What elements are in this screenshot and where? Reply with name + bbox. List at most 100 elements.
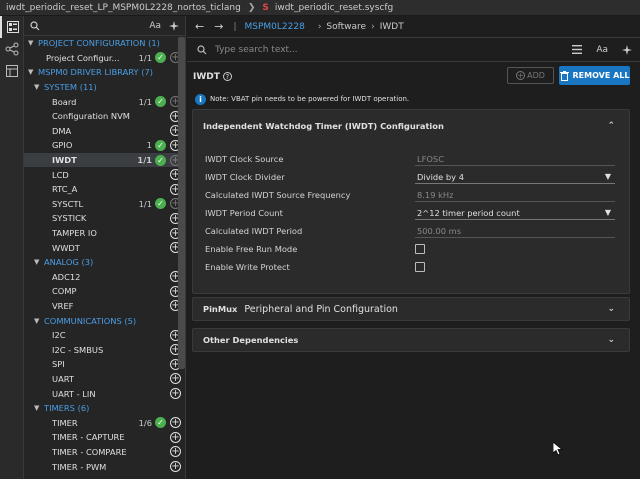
add-circle-icon[interactable]: + <box>170 373 181 385</box>
tree-item-timer[interactable]: TIMER 1/6 ✓ + <box>24 415 185 430</box>
tree-item-configuration-nvm[interactable]: Configuration NVM + <box>24 109 185 124</box>
instance-count: 1/1 <box>138 52 152 63</box>
chevron-down-icon[interactable]: ⌄ <box>607 335 615 345</box>
tree-item-iwdt[interactable]: IWDT 1/1 ✓ + <box>24 152 185 168</box>
dropdown-select[interactable]: Divide by 4 ▼ <box>415 170 615 184</box>
dependencies-panel[interactable]: Other Dependencies ⌄ <box>192 328 630 352</box>
tree-item-timer-capture[interactable]: TIMER - CAPTURE + <box>24 430 185 445</box>
tree-item-i2c[interactable]: I2C + <box>24 328 185 343</box>
search-icon <box>197 44 207 54</box>
activity-modules[interactable] <box>0 16 24 38</box>
chevron-down-icon[interactable]: ▼ <box>34 83 44 91</box>
tree-item-uart[interactable]: UART + <box>24 372 185 387</box>
tree-item-gpio[interactable]: GPIO 1 ✓ + <box>24 138 185 153</box>
config-panel-header[interactable]: Independent Watchdog Timer (IWDT) Config… <box>193 110 629 142</box>
chevron-down-icon[interactable]: ▼ <box>34 258 44 266</box>
sidebar-scrollbar[interactable] <box>178 37 185 369</box>
add-circle-icon[interactable]: + <box>170 417 181 429</box>
tree-item-tamper-io[interactable]: TAMPER IO + <box>24 226 185 241</box>
file-name[interactable]: iwdt_periodic_reset.syscfg <box>275 3 393 13</box>
add-circle-icon[interactable]: + <box>170 431 181 443</box>
search-icon[interactable] <box>30 20 40 31</box>
pinmux-panel-header[interactable]: PinMux Peripheral and Pin Configuration … <box>193 298 629 320</box>
forward-arrow-icon[interactable]: → <box>214 20 223 33</box>
dependencies-panel-header[interactable]: Other Dependencies ⌄ <box>193 329 629 351</box>
match-case-toggle[interactable]: Aa <box>596 45 608 55</box>
main-panel: ← → | MSPM0L2228 › Software › IWDT Type … <box>187 16 640 479</box>
tree-item-i2c-smbus[interactable]: I2C - SMBUS + <box>24 342 185 357</box>
plus-circle-icon: + <box>516 71 526 80</box>
tree-category-timers-6[interactable]: ▼ TIMERS (6) <box>24 401 185 416</box>
add-circle-icon[interactable]: + <box>170 461 181 473</box>
breadcrumb-separator-icon: ❯ <box>247 2 256 13</box>
tree-item-wwdt[interactable]: WWDT + <box>24 240 185 255</box>
chevron-down-icon[interactable]: ▼ <box>34 404 44 412</box>
field-enable-free-run-mode: Enable Free Run Mode <box>205 240 625 258</box>
tree-category-communications-5[interactable]: ▼ COMMUNICATIONS (5) <box>24 313 185 328</box>
tree-item-board[interactable]: Board 1/1 ✓ + <box>24 94 185 109</box>
tree-item-sysctl[interactable]: SYSCTL 1/1 ✓ + <box>24 197 185 212</box>
sparkle-icon[interactable] <box>622 44 632 55</box>
activity-memory[interactable] <box>0 60 24 82</box>
chevron-down-icon[interactable]: ▼ <box>28 39 38 47</box>
tree-item-project-configur[interactable]: Project Configur... 1/1 ✓ + <box>24 51 185 66</box>
tree-item-rtc-a[interactable]: RTC_A + <box>24 182 185 197</box>
sidebar-search[interactable]: Aa <box>24 16 185 36</box>
tree-item-timer-compare[interactable]: TIMER - COMPARE + <box>24 445 185 460</box>
add-circle-icon[interactable]: + <box>170 446 181 458</box>
checkbox[interactable] <box>415 244 425 254</box>
chevron-up-icon[interactable]: ⌃ <box>607 121 615 131</box>
tree-category-analog-3[interactable]: ▼ ANALOG (3) <box>24 255 185 270</box>
tree-label: WWDT <box>52 242 80 253</box>
chevron-down-icon[interactable]: ⌄ <box>607 304 615 314</box>
tree-item-timer-pwm[interactable]: TIMER - PWM + <box>24 459 185 474</box>
breadcrumb-software[interactable]: Software <box>326 22 366 32</box>
tree-item-uart-lin[interactable]: UART - LIN + <box>24 386 185 401</box>
readonly-value: 8.19 kHz <box>415 188 615 202</box>
instance-count: 1/1 <box>138 198 152 209</box>
dropdown-select[interactable]: 2^12 timer period count ▼ <box>415 206 615 220</box>
back-arrow-icon[interactable]: ← <box>195 20 204 33</box>
help-icon[interactable]: ? <box>222 72 232 81</box>
add-circle-icon[interactable]: + <box>170 388 181 400</box>
chevron-right-icon: › <box>317 21 322 32</box>
tree-category-system-11[interactable]: ▼ SYSTEM (11) <box>24 80 185 95</box>
tree-item-dma[interactable]: DMA + <box>24 124 185 139</box>
checkbox[interactable] <box>415 262 425 272</box>
project-name[interactable]: iwdt_periodic_reset_LP_MSPM0L2228_nortos… <box>6 3 241 13</box>
mouse-cursor-icon <box>553 442 563 456</box>
tree-label: COMP <box>52 286 77 297</box>
tree-label: Project Configur... <box>46 52 120 63</box>
note-text: Note: VBAT pin needs to be powered for I… <box>210 95 410 103</box>
sparkle-icon[interactable] <box>169 20 179 31</box>
tree-item-systick[interactable]: SYSTICK + <box>24 211 185 226</box>
tree-item-comp[interactable]: COMP + <box>24 284 185 299</box>
chevron-right-icon: › <box>371 21 375 32</box>
add-button[interactable]: + ADD <box>507 67 554 84</box>
search-input[interactable]: Type search text... <box>215 45 558 55</box>
list-view-icon[interactable] <box>572 45 583 54</box>
chevron-down-icon[interactable]: ▼ <box>34 317 44 325</box>
instance-count: 1/1 <box>138 96 152 107</box>
activity-network[interactable] <box>0 38 24 60</box>
breadcrumb-iwdt[interactable]: IWDT <box>380 22 404 32</box>
tree-label: SYSTICK <box>52 213 87 224</box>
tree-category-project-configuration-1[interactable]: ▼ PROJECT CONFIGURATION (1) <box>24 36 185 51</box>
selected-value: Divide by 4 <box>417 172 465 182</box>
tree-item-lcd[interactable]: LCD + <box>24 167 185 182</box>
check-circle-icon: ✓ <box>155 96 166 108</box>
tree-item-adc12[interactable]: ADC12 + <box>24 270 185 285</box>
device-link[interactable]: MSPM0L2228 <box>244 22 304 32</box>
tree-category-mspm0-driver-library-7[interactable]: ▼ MSPM0 DRIVER LIBRARY (7) <box>24 65 185 80</box>
tree-item-vref[interactable]: VREF + <box>24 299 185 314</box>
navigation-bar: ← → | MSPM0L2228 › Software › IWDT <box>187 16 640 38</box>
chevron-down-icon[interactable]: ▼ <box>28 68 38 76</box>
tree-label: Configuration NVM <box>52 111 130 122</box>
remove-all-button[interactable]: REMOVE ALL <box>559 66 630 85</box>
field-calculated-iwdt-source-frequency: Calculated IWDT Source Frequency 8.19 kHz <box>205 186 625 204</box>
config-panel-title: Independent Watchdog Timer (IWDT) Config… <box>203 121 444 131</box>
match-case-toggle[interactable]: Aa <box>149 21 161 31</box>
dropdown-arrow-icon: ▼ <box>604 208 611 217</box>
tree-item-spi[interactable]: SPI + <box>24 357 185 372</box>
pinmux-panel[interactable]: PinMux Peripheral and Pin Configuration … <box>192 297 630 321</box>
